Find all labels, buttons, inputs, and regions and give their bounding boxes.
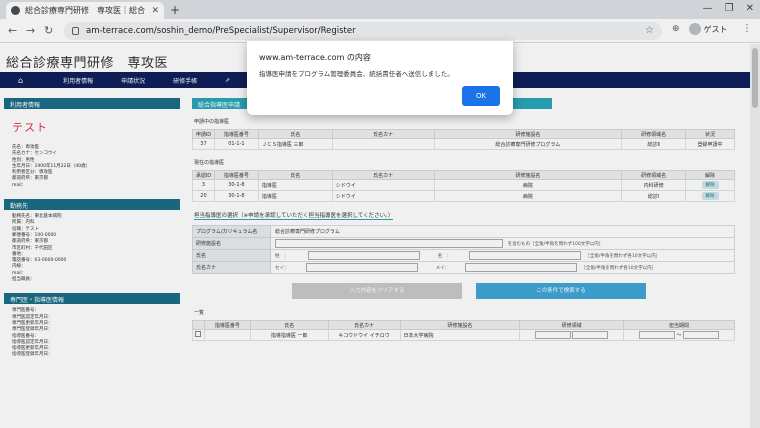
alert-dialog: www.am-terrace.com の内容 指導医申請をプログラム管理委員会、…: [247, 41, 513, 115]
dialog-title: www.am-terrace.com の内容: [259, 53, 371, 62]
ok-button[interactable]: OK: [462, 86, 500, 106]
dialog-message: 指導医申請をプログラム管理委員会、統括責任者へ送信しました。: [259, 70, 454, 78]
